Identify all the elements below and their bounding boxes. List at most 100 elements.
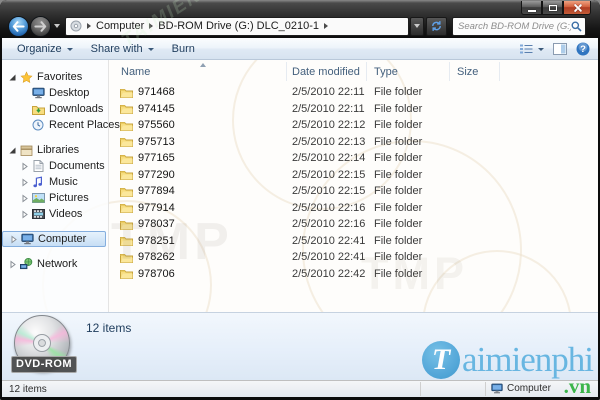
sidebar-item-label: Computer [38, 233, 87, 245]
sidebar-item-videos[interactable]: Videos [2, 206, 108, 222]
table-row[interactable]: 978262 2/5/2010 22:41 File folder [109, 249, 598, 266]
file-type: File folder [374, 135, 423, 148]
file-date-modified: 2/5/2010 22:14 [292, 152, 366, 165]
column-header-size[interactable]: Size [450, 62, 500, 81]
expander-closed-icon[interactable] [19, 210, 30, 219]
sort-ascending-icon [200, 63, 206, 67]
preview-pane-button[interactable] [553, 43, 567, 55]
table-row[interactable]: 977290 2/5/2010 22:15 File folder [109, 167, 598, 184]
details-item-count: 12 items [86, 321, 132, 335]
help-button[interactable]: ? [576, 42, 590, 56]
forward-button[interactable] [30, 15, 51, 37]
file-date-modified: 2/5/2010 22:16 [292, 201, 366, 214]
svg-text:?: ? [580, 44, 586, 55]
table-row[interactable]: 975560 2/5/2010 22:12 File folder [109, 117, 598, 134]
chevron-right-icon [324, 23, 329, 29]
file-date-modified: 2/5/2010 22:42 [292, 267, 366, 280]
sidebar-item-recent-places[interactable]: Recent Places [2, 117, 120, 133]
close-button[interactable] [563, 1, 591, 15]
table-row[interactable]: 978706 2/5/2010 22:42 File folder [109, 266, 598, 283]
refresh-button[interactable] [426, 16, 447, 36]
table-row[interactable]: 978251 2/5/2010 22:41 File folder [109, 233, 598, 250]
share-with-button[interactable]: Share with [82, 40, 163, 58]
file-name: 971468 [138, 86, 175, 99]
status-item-count: 12 items [9, 384, 47, 395]
sidebar-item-downloads[interactable]: Downloads [2, 101, 108, 117]
file-type: File folder [374, 251, 423, 264]
table-row[interactable]: 977894 2/5/2010 22:15 File folder [109, 183, 598, 200]
file-date-modified: 2/5/2010 22:16 [292, 218, 366, 231]
pictures-icon [30, 193, 46, 203]
minimize-button[interactable] [521, 1, 542, 15]
maximize-button[interactable] [542, 1, 563, 15]
file-name: 974145 [138, 102, 175, 115]
table-row[interactable]: 974145 2/5/2010 22:11 File folder [109, 101, 598, 118]
file-name: 978262 [138, 251, 175, 264]
explorer-window: Computer BD-ROM Drive (G:) DLC_0210-1 Se… [0, 0, 600, 400]
sidebar-item-label: Pictures [49, 192, 89, 204]
folder-icon [120, 169, 133, 181]
sidebar-item-network[interactable]: Network [2, 256, 108, 272]
disc-label: DVD-ROM [11, 356, 78, 373]
folder-icon [120, 235, 133, 247]
table-row[interactable]: 977914 2/5/2010 22:16 File folder [109, 200, 598, 217]
breadcrumb-segment-computer[interactable]: Computer [96, 20, 144, 32]
sidebar-item-label: Documents [49, 160, 105, 172]
table-row[interactable]: 977165 2/5/2010 22:14 File folder [109, 150, 598, 167]
search-box[interactable] [452, 16, 586, 36]
expander-closed-icon[interactable] [19, 194, 30, 203]
recent-pages-dropdown[interactable] [54, 24, 60, 28]
sidebar-item-documents[interactable]: Documents [2, 158, 108, 174]
expander-closed-icon[interactable] [19, 162, 30, 171]
back-button[interactable] [8, 15, 29, 37]
file-name: 977290 [138, 168, 175, 181]
expander-closed-icon[interactable] [8, 235, 19, 244]
help-icon: ? [576, 42, 590, 56]
burn-button[interactable]: Burn [163, 40, 204, 58]
sidebar-item-pictures[interactable]: Pictures [2, 190, 108, 206]
details-pane: 12 items [2, 312, 598, 380]
change-view-button[interactable] [519, 43, 544, 55]
expander-closed-icon[interactable] [7, 260, 18, 269]
search-input[interactable] [458, 20, 571, 32]
address-bar[interactable]: Computer BD-ROM Drive (G:) DLC_0210-1 [65, 16, 409, 36]
downloads-icon [30, 104, 46, 115]
table-row[interactable]: 971468 2/5/2010 22:11 File folder [109, 84, 598, 101]
sidebar-item-label: Videos [49, 208, 83, 220]
sidebar-item-computer[interactable]: Computer [2, 231, 106, 247]
table-row[interactable]: 978037 2/5/2010 22:16 File folder [109, 216, 598, 233]
search-icon [571, 21, 582, 32]
organize-button[interactable]: Organize [8, 40, 82, 58]
file-type: File folder [374, 152, 423, 165]
chevron-down-icon [414, 24, 421, 28]
status-separator [420, 382, 421, 396]
column-header-name[interactable]: Name [109, 62, 287, 81]
organize-label: Organize [17, 42, 62, 55]
breadcrumb-segment-drive[interactable]: BD-ROM Drive (G:) DLC_0210-1 [158, 20, 319, 32]
file-type: File folder [374, 234, 423, 247]
folder-icon [120, 219, 133, 230]
command-toolbar: Organize Share with Burn ? [2, 38, 598, 60]
folder-icon [120, 87, 133, 98]
expander-open-icon[interactable] [7, 73, 18, 82]
file-date-modified: 2/5/2010 22:41 [292, 234, 366, 247]
folder-icon [120, 268, 133, 280]
navigation-pane: Favorites Desktop Downloads Recent Places Li… [2, 60, 120, 312]
desktop-icon [30, 87, 46, 99]
file-date-modified: 2/5/2010 22:15 [292, 185, 366, 198]
sidebar-item-music[interactable]: Music [2, 174, 108, 190]
column-header-date-modified[interactable]: Date modified [287, 62, 367, 81]
table-row[interactable]: 975713 2/5/2010 22:13 File folder [109, 134, 598, 151]
file-name: 975713 [138, 135, 175, 148]
address-dropdown-button[interactable] [409, 16, 425, 36]
sidebar-item-favorites[interactable]: Favorites [2, 69, 108, 85]
expander-closed-icon[interactable] [19, 178, 30, 187]
expander-open-icon[interactable] [7, 146, 18, 155]
sidebar-item-libraries[interactable]: Libraries [2, 142, 108, 158]
sidebar-item-desktop[interactable]: Desktop [2, 85, 108, 101]
chevron-down-icon [66, 47, 73, 51]
file-date-modified: 2/5/2010 22:11 [292, 86, 365, 99]
documents-icon [30, 160, 46, 172]
file-name: 978037 [138, 218, 175, 231]
column-header-type[interactable]: Type [367, 62, 450, 81]
